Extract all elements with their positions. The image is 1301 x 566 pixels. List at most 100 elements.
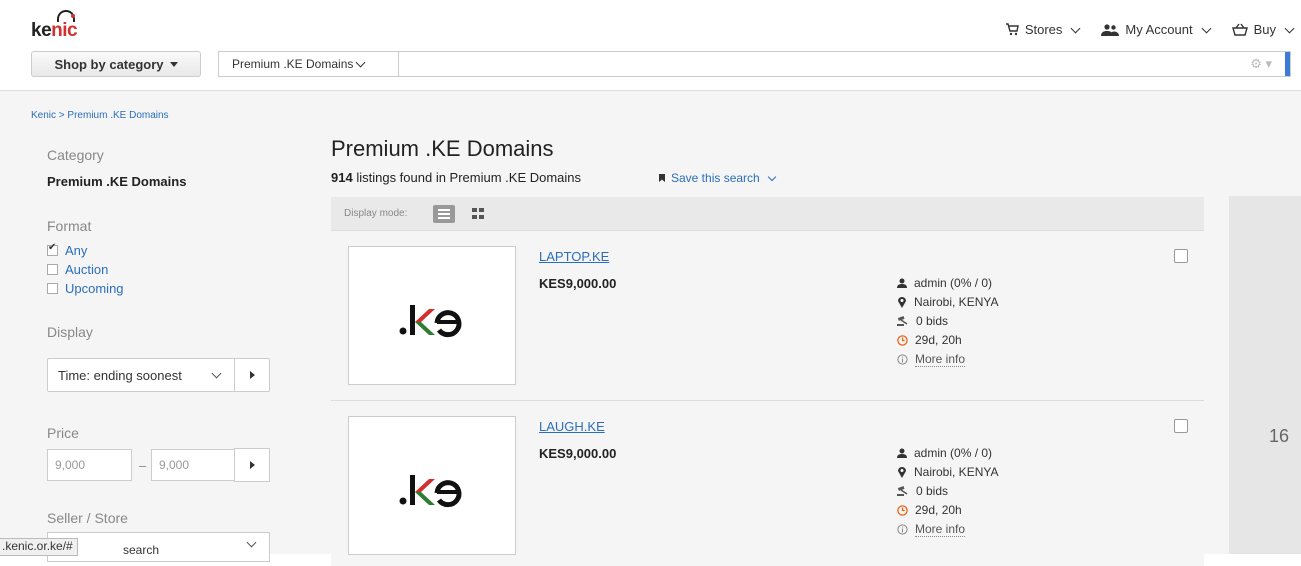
logo-text-ke: ke bbox=[31, 20, 52, 41]
buy-menu[interactable]: Buy bbox=[1231, 22, 1295, 37]
header: kenic Stores My Account Buy Shop by cate… bbox=[0, 0, 1301, 91]
search-button[interactable] bbox=[1285, 52, 1290, 76]
breadcrumb-current-link[interactable]: Premium .KE Domains bbox=[67, 110, 168, 121]
listing-thumbnail[interactable] bbox=[348, 246, 516, 385]
listing-more-info[interactable]: More info bbox=[897, 352, 966, 367]
chevron-down-icon bbox=[211, 368, 222, 378]
seller-store-heading: Seller / Store bbox=[47, 510, 128, 526]
top-nav: Stores My Account Buy bbox=[1005, 22, 1295, 37]
listing-title-link[interactable]: LAUGH.KE bbox=[539, 419, 605, 434]
breadcrumb-root-link[interactable]: Kenic bbox=[31, 110, 56, 121]
listing-location-text: Nairobi, KENYA bbox=[914, 295, 999, 309]
map-pin-icon bbox=[898, 297, 906, 308]
chevron-down-icon bbox=[246, 537, 257, 548]
breadcrumb: Kenic > Premium .KE Domains bbox=[31, 110, 169, 121]
clock-icon bbox=[897, 334, 908, 346]
listing-seller-text: admin (0% / 0) bbox=[914, 276, 993, 290]
listings-count-text: listings found in Premium .KE Domains bbox=[356, 170, 582, 185]
chevron-down-icon bbox=[1070, 23, 1081, 33]
clock-icon bbox=[897, 504, 908, 516]
price-go-button[interactable] bbox=[234, 448, 270, 482]
ke-domain-logo bbox=[399, 475, 462, 508]
format-option-label: Upcoming bbox=[65, 281, 124, 296]
price-max-input[interactable] bbox=[151, 449, 236, 481]
listing-more-info[interactable]: More info bbox=[897, 522, 966, 537]
listings-count-number: 914 bbox=[331, 170, 353, 185]
format-option-any[interactable]: Any bbox=[47, 242, 88, 258]
format-option-auction[interactable]: Auction bbox=[47, 262, 108, 277]
shop-by-category-button[interactable]: Shop by category bbox=[31, 51, 201, 77]
logo-wordmark: kenic bbox=[31, 20, 78, 42]
more-info-link[interactable]: More info bbox=[915, 522, 966, 537]
seller-store-value: search bbox=[123, 543, 160, 557]
sort-go-button[interactable] bbox=[235, 359, 269, 391]
listing-bids: 0 bids bbox=[897, 314, 948, 328]
display-mode-label: Display mode: bbox=[344, 208, 408, 219]
search-category-label: Premium .KE Domains bbox=[232, 57, 354, 71]
listing-select-checkbox[interactable] bbox=[1174, 419, 1188, 433]
buy-label: Buy bbox=[1253, 22, 1276, 37]
shop-by-category-label: Shop by category bbox=[54, 56, 164, 72]
seller-store-select[interactable]: search bbox=[47, 532, 270, 562]
cart-icon bbox=[1005, 23, 1019, 36]
category-value[interactable]: Premium .KE Domains bbox=[47, 174, 186, 189]
listing-time-left: 29d, 20h bbox=[897, 503, 962, 517]
listing-title-link[interactable]: LAPTOP.KE bbox=[539, 249, 609, 264]
chevron-down-icon bbox=[1284, 23, 1295, 33]
breadcrumb-separator: > bbox=[58, 110, 65, 121]
checkbox[interactable] bbox=[47, 283, 58, 294]
page-body: Kenic > Premium .KE Domains Category Pre… bbox=[0, 91, 1301, 566]
format-option-upcoming[interactable]: Upcoming bbox=[47, 281, 124, 296]
price-min-input[interactable] bbox=[47, 449, 132, 481]
listing-location-text: Nairobi, KENYA bbox=[914, 465, 999, 479]
display-mode-bar: Display mode: bbox=[331, 197, 1204, 231]
ke-domain-logo bbox=[399, 305, 462, 338]
listing-thumbnail[interactable] bbox=[348, 416, 516, 555]
listing-seller-text: admin (0% / 0) bbox=[914, 446, 993, 460]
user-icon bbox=[897, 278, 907, 288]
listing-price: KES9,000.00 bbox=[539, 446, 617, 461]
stores-label: Stores bbox=[1024, 22, 1063, 37]
logo-dot bbox=[71, 14, 75, 18]
listing-seller: admin (0% / 0) bbox=[897, 446, 992, 460]
more-info-link[interactable]: More info bbox=[915, 352, 966, 367]
my-account-menu[interactable]: My Account bbox=[1101, 22, 1212, 37]
my-account-label: My Account bbox=[1125, 22, 1193, 37]
list-view-button[interactable] bbox=[433, 205, 455, 223]
chevron-down-icon bbox=[767, 172, 776, 181]
grid-view-button[interactable] bbox=[472, 208, 484, 220]
play-icon bbox=[249, 371, 255, 379]
save-search-link[interactable]: Save this search bbox=[659, 171, 776, 185]
user-icon bbox=[897, 448, 907, 458]
listing-time-left-text: 29d, 20h bbox=[915, 503, 962, 517]
caret-down-icon bbox=[169, 61, 178, 67]
gear-icon[interactable]: ⚙ ▾ bbox=[1250, 56, 1272, 72]
save-search-label: Save this search bbox=[671, 171, 760, 185]
checkbox-checked[interactable] bbox=[47, 242, 58, 256]
listing-select-checkbox[interactable] bbox=[1174, 249, 1188, 263]
kenic-logo[interactable]: kenic bbox=[31, 10, 91, 42]
listing-time-left-text: 29d, 20h bbox=[915, 333, 962, 347]
chevron-down-icon bbox=[1201, 23, 1212, 33]
listing-time-left: 29d, 20h bbox=[897, 333, 962, 347]
gavel-icon bbox=[897, 316, 908, 326]
checkbox[interactable] bbox=[47, 264, 58, 275]
page-title: Premium .KE Domains bbox=[331, 136, 554, 161]
search-category-select[interactable]: Premium .KE Domains bbox=[219, 52, 399, 76]
chevron-down-icon bbox=[355, 57, 366, 68]
listing-location: Nairobi, KENYA bbox=[897, 295, 998, 309]
users-icon bbox=[1101, 23, 1120, 36]
listing-bids-text: 0 bids bbox=[916, 314, 949, 328]
display-heading: Display bbox=[47, 324, 93, 340]
format-option-label: Any bbox=[65, 243, 88, 258]
price-heading: Price bbox=[47, 425, 79, 441]
sort-select-value: Time: ending soonest bbox=[58, 367, 182, 383]
stores-menu[interactable]: Stores bbox=[1005, 22, 1081, 37]
listing-bids: 0 bids bbox=[897, 484, 948, 498]
gavel-icon bbox=[897, 486, 908, 496]
search-input[interactable] bbox=[400, 52, 1232, 76]
listing-card: LAUGH.KE KES9,000.00 admin (0% / 0) Nair… bbox=[331, 401, 1204, 566]
listing-seller: admin (0% / 0) bbox=[897, 276, 992, 290]
sort-select[interactable]: Time: ending soonest bbox=[47, 358, 270, 392]
search-bar: Premium .KE Domains ⚙ ▾ bbox=[218, 51, 1291, 77]
